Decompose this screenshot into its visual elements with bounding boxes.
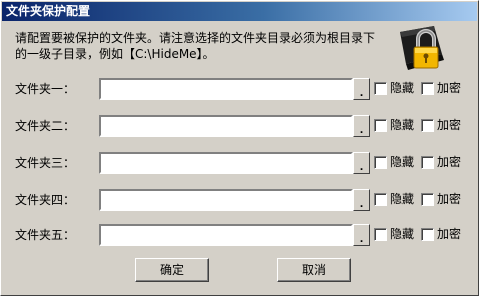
folder-row: 文件夹一： . 隐藏 加密	[1, 78, 479, 100]
hide-label[interactable]: 隐藏	[390, 118, 414, 132]
folder-label: 文件夹三：	[15, 156, 76, 170]
folder-path-input[interactable]	[99, 189, 353, 211]
encrypt-checkbox[interactable]	[421, 82, 434, 95]
browse-button[interactable]: .	[353, 152, 370, 174]
hide-label[interactable]: 隐藏	[390, 227, 414, 241]
hide-checkbox[interactable]	[374, 119, 387, 132]
hide-checkbox[interactable]	[374, 228, 387, 241]
description-text: 请配置要被保护的文件夹。请注意选择的文件夹目录必须为根目录下的一级子目录，例如【…	[15, 31, 376, 61]
folder-row: 文件夹四： . 隐藏 加密	[1, 189, 479, 211]
folder-row: 文件夹二： . 隐藏 加密	[1, 115, 479, 137]
ok-button[interactable]: 确定	[135, 258, 209, 282]
hide-label[interactable]: 隐藏	[390, 81, 414, 95]
hide-label[interactable]: 隐藏	[390, 192, 414, 206]
folder-label: 文件夹二：	[15, 119, 76, 133]
hide-checkbox[interactable]	[374, 82, 387, 95]
folder-label: 文件夹一：	[15, 82, 76, 96]
encrypt-label[interactable]: 加密	[437, 118, 461, 132]
encrypt-label[interactable]: 加密	[437, 227, 461, 241]
folder-row: 文件夹三： . 隐藏 加密	[1, 152, 479, 174]
title-bar[interactable]: 文件夹保护配置	[2, 2, 477, 21]
folder-row: 文件夹五： . 隐藏 加密	[1, 224, 479, 246]
encrypt-checkbox[interactable]	[421, 228, 434, 241]
hide-label[interactable]: 隐藏	[390, 155, 414, 169]
encrypt-label[interactable]: 加密	[437, 192, 461, 206]
cancel-button[interactable]: 取消	[277, 258, 351, 282]
encrypt-label[interactable]: 加密	[437, 81, 461, 95]
folder-path-input[interactable]	[99, 78, 353, 100]
encrypt-label[interactable]: 加密	[437, 155, 461, 169]
folder-protection-dialog: 文件夹保护配置 请配置要被保护的文件夹。请注意选择的文件夹目录必须为根目录下的一…	[0, 0, 479, 296]
folder-label: 文件夹五：	[15, 228, 76, 242]
browse-button[interactable]: .	[353, 224, 370, 246]
padlock-icon	[400, 26, 444, 70]
encrypt-checkbox[interactable]	[421, 119, 434, 132]
browse-button[interactable]: .	[353, 189, 370, 211]
folder-path-input[interactable]	[99, 115, 353, 137]
encrypt-checkbox[interactable]	[421, 193, 434, 206]
browse-button[interactable]: .	[353, 115, 370, 137]
folder-label: 文件夹四：	[15, 193, 76, 207]
hide-checkbox[interactable]	[374, 156, 387, 169]
hide-checkbox[interactable]	[374, 193, 387, 206]
encrypt-checkbox[interactable]	[421, 156, 434, 169]
folder-path-input[interactable]	[99, 152, 353, 174]
folder-path-input[interactable]	[99, 224, 353, 246]
browse-button[interactable]: .	[353, 78, 370, 100]
